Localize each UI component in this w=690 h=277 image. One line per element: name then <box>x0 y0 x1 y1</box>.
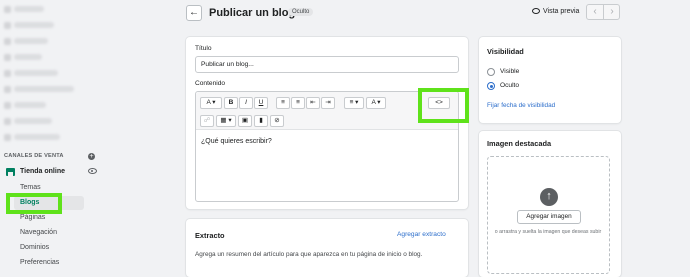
featured-image-title: Imagen destacada <box>487 139 552 148</box>
sidebar-item-pages[interactable]: Páginas <box>20 214 45 221</box>
blurred-nav-item[interactable] <box>14 118 52 124</box>
font-label: A <box>206 99 211 106</box>
table-icon: ▦ <box>220 117 227 124</box>
excerpt-title: Extracto <box>195 231 225 240</box>
content-label: Contenido <box>195 80 226 87</box>
blurred-nav-icon <box>4 102 11 109</box>
italic-button[interactable]: I <box>239 97 253 109</box>
bold-button[interactable]: B <box>224 97 238 109</box>
outdent-button[interactable]: ⇤ <box>306 97 320 109</box>
preview-button[interactable]: Vista previa <box>532 8 579 15</box>
blurred-nav-item[interactable] <box>14 70 58 76</box>
text-color-dropdown[interactable]: A ▾ <box>366 97 386 109</box>
bulleted-list-icon: ≡ <box>281 99 285 106</box>
highlight-blogs-annotation <box>6 193 62 214</box>
radio-hidden[interactable] <box>487 82 495 90</box>
text-color-label: A <box>371 99 376 106</box>
store-icon <box>6 168 15 176</box>
video-button[interactable]: ▮ <box>254 115 268 127</box>
blurred-nav-item[interactable] <box>14 86 74 92</box>
chevron-left-icon[interactable]: ‹ <box>587 6 603 17</box>
clear-formatting-icon: ⊘ <box>274 117 280 124</box>
pager: ‹ › <box>586 4 620 20</box>
blurred-nav-item[interactable] <box>14 134 60 140</box>
video-icon: ▮ <box>259 117 263 124</box>
link-icon: ☍ <box>203 117 211 124</box>
sidebar-item-domains[interactable]: Dominios <box>20 244 49 251</box>
blurred-nav-item[interactable] <box>14 102 46 108</box>
indent-icon: ⇥ <box>325 99 331 106</box>
sales-channels-heading: CANALES DE VENTA <box>4 153 64 159</box>
table-dropdown[interactable]: ▦ ▾ <box>216 115 236 127</box>
status-badge: Oculto <box>288 8 314 16</box>
add-channel-icon[interactable]: + <box>88 153 95 160</box>
blurred-nav-item[interactable] <box>14 38 48 44</box>
radio-visible-label[interactable]: Visible <box>500 68 519 75</box>
view-store-icon[interactable] <box>88 168 97 174</box>
outdent-icon: ⇤ <box>310 99 316 106</box>
sidebar-item-preferences[interactable]: Preferencias <box>20 259 59 266</box>
blurred-nav-icon <box>4 38 11 45</box>
align-icon: ≡ <box>349 99 354 106</box>
sidebar: CANALES DE VENTA + Tienda online Temas B… <box>0 0 102 277</box>
back-button[interactable]: ← <box>186 5 202 21</box>
preview-label: Vista previa <box>543 8 580 15</box>
arrow-left-icon: ← <box>189 7 199 18</box>
radio-visible[interactable] <box>487 68 495 76</box>
excerpt-description: Agrega un resumen del artículo para que … <box>195 251 423 258</box>
blurred-nav-icon <box>4 6 11 13</box>
numbered-list-button[interactable]: ≡ <box>291 97 305 109</box>
sidebar-item-themes[interactable]: Temas <box>20 184 41 191</box>
blurred-nav-item[interactable] <box>14 6 44 12</box>
highlight-html-toggle-annotation <box>418 88 469 123</box>
title-label: Título <box>195 45 212 52</box>
upload-arrow-icon: ↑ <box>540 188 558 206</box>
blurred-nav-icon <box>4 118 11 125</box>
add-image-button[interactable]: Agregar imagen <box>517 210 581 224</box>
underline-button[interactable]: U <box>254 97 268 109</box>
dropzone-hint: o arrastra y suelta la imagen que deseas… <box>494 229 602 235</box>
image-dropzone[interactable]: ↑ Agregar imagen o arrastra y suelta la … <box>487 156 610 274</box>
blurred-nav-icon <box>4 54 11 61</box>
sidebar-item-online-store[interactable]: Tienda online <box>6 167 98 178</box>
blurred-nav-icon <box>4 22 11 29</box>
blurred-nav-icon <box>4 134 11 141</box>
bulleted-list-button[interactable]: ≡ <box>276 97 290 109</box>
sidebar-item-navigation[interactable]: Navegación <box>20 229 57 236</box>
numbered-list-icon: ≡ <box>296 99 300 106</box>
blurred-nav-item[interactable] <box>14 54 42 60</box>
title-input[interactable]: Publicar un blog... <box>195 56 459 73</box>
excerpt-card <box>186 219 468 277</box>
blurred-nav-icon <box>4 86 11 93</box>
align-dropdown[interactable]: ≡ ▾ <box>344 97 364 109</box>
eye-icon <box>532 8 540 14</box>
set-visibility-date-link[interactable]: Fijar fecha de visibilidad <box>487 102 555 109</box>
sidebar-item-label: Tienda online <box>20 168 65 175</box>
blurred-nav-item[interactable] <box>14 22 54 28</box>
visibility-title: Visibilidad <box>487 47 524 56</box>
add-excerpt-link[interactable]: Agregar extracto <box>397 231 446 238</box>
blurred-nav-icon <box>4 70 11 77</box>
image-button[interactable]: ▣ <box>238 115 252 127</box>
image-icon: ▣ <box>241 117 249 124</box>
clear-formatting-button[interactable]: ⊘ <box>270 115 284 127</box>
editor-content[interactable]: ¿Qué quieres escribir? <box>201 138 272 145</box>
link-button[interactable]: ☍ <box>200 115 214 127</box>
radio-hidden-label[interactable]: Oculto <box>500 82 519 89</box>
chevron-right-icon[interactable]: › <box>604 6 620 17</box>
font-dropdown[interactable]: A ▾ <box>200 97 222 109</box>
indent-button[interactable]: ⇥ <box>321 97 335 109</box>
